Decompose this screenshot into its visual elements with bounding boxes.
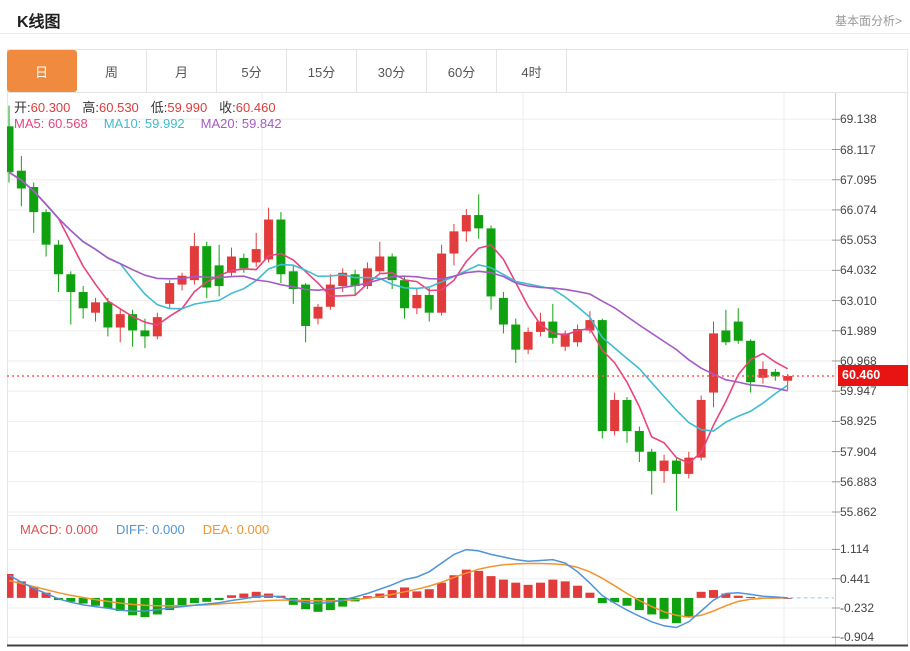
page-title: K线图 (17, 8, 61, 32)
ohlc-value: 59.990 (167, 100, 207, 115)
tab-day[interactable]: 日 (7, 50, 77, 92)
macd-axis-label: -0.904 (840, 630, 902, 644)
ma20-line (9, 172, 788, 391)
ohlc-label: 收: (219, 100, 236, 115)
fundamental-analysis-link[interactable]: 基本面分析> (835, 12, 902, 29)
tab-4hour[interactable]: 4时 (497, 50, 567, 92)
macd-axis-label: -0.232 (840, 601, 902, 615)
price-axis-label: 64.032 (840, 263, 902, 277)
price-axis-label: 56.883 (840, 475, 902, 489)
price-axis-label: 63.010 (840, 294, 902, 308)
price-axis-label: 57.904 (840, 445, 902, 459)
macd-legend-item: DIFF: 0.000 (116, 522, 185, 537)
ohlc-label: 高: (82, 100, 99, 115)
tab-5min[interactable]: 5分 (217, 50, 287, 92)
price-axis-label: 69.138 (840, 112, 902, 126)
price-axis-label: 65.053 (840, 233, 902, 247)
tab-week[interactable]: 周 (77, 50, 147, 92)
ohlc-value: 60.530 (99, 100, 139, 115)
ma-legend-item: MA20: 59.842 (201, 116, 282, 131)
kline-page: K线图 基本面分析> 日周月5分15分30分60分4时 开:60.300高:60… (0, 0, 910, 651)
price-axis-label: 68.117 (840, 143, 902, 157)
price-axis-label: 55.862 (840, 505, 902, 519)
tab-60min[interactable]: 60分 (427, 50, 497, 92)
candlesticks (5, 106, 793, 511)
macd-legend-item: DEA: 0.000 (203, 522, 270, 537)
macd-axis-label: 1.114 (840, 542, 902, 556)
ohlc-legend: 开:60.300 高:60.530 低:59.990 收:60.460 (14, 97, 288, 116)
tab-15min[interactable]: 15分 (287, 50, 357, 92)
ma-legend-item: MA10: 59.992 (104, 116, 185, 131)
price-axis-label: 67.095 (840, 173, 902, 187)
price-axis-label: 61.989 (840, 324, 902, 338)
ohlc-value: 60.300 (31, 100, 71, 115)
ma-legend-item: MA5: 60.568 (14, 116, 88, 131)
price-axis-label: 66.074 (840, 203, 902, 217)
macd-axis-label: 0.441 (840, 572, 902, 586)
macd-legend: MACD: 0.000 DIFF: 0.000 DEA: 0.000 (20, 522, 287, 537)
macd-legend-item: MACD: 0.000 (20, 522, 98, 537)
ma5-line (9, 172, 788, 463)
tab-30min[interactable]: 30分 (357, 50, 427, 92)
dea-line (9, 564, 788, 618)
ma-legend: MA5: 60.568 MA10: 59.992 MA20: 59.842 (14, 116, 298, 131)
diff-line (9, 550, 788, 628)
ma10-line (9, 172, 788, 431)
current-price-badge: 60.460 (838, 365, 908, 386)
ohlc-value: 60.460 (236, 100, 276, 115)
ohlc-label: 低: (151, 100, 168, 115)
tab-month[interactable]: 月 (147, 50, 217, 92)
price-axis-label: 58.925 (840, 414, 902, 428)
period-tab-bar: 日周月5分15分30分60分4时 (7, 50, 567, 92)
ohlc-label: 开: (14, 100, 31, 115)
